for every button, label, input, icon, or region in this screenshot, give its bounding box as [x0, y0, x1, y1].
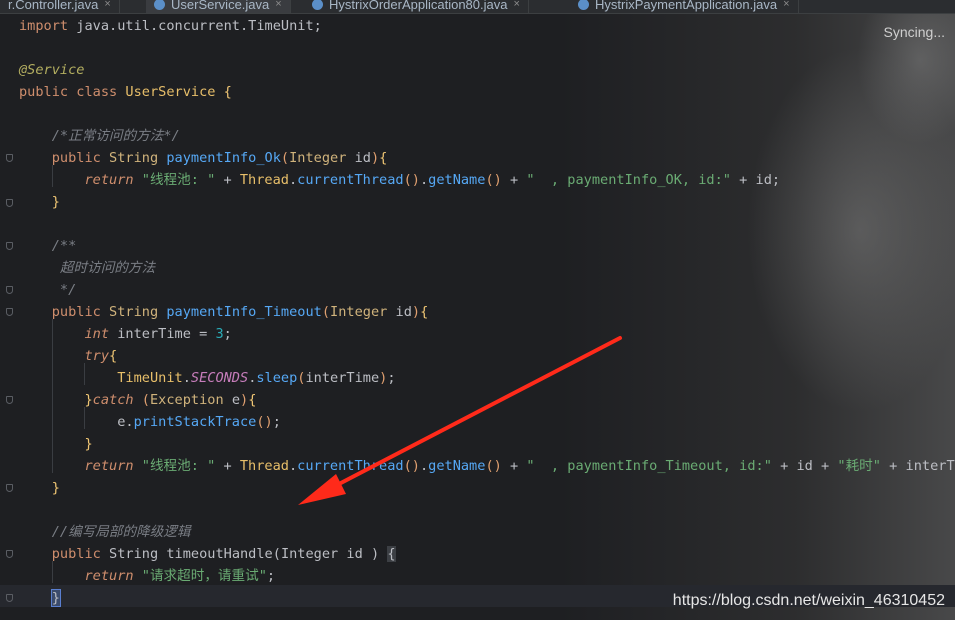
close-icon[interactable]: ×: [275, 0, 281, 10]
code-line: public class UserService {: [19, 84, 232, 100]
code-line: int interTime = 3;: [84, 326, 232, 342]
text-caret: }: [50, 589, 61, 607]
code-line: try{: [84, 348, 118, 364]
tab-controller[interactable]: r.Controller.java ×: [0, 0, 120, 13]
code-line: /*正常访问的方法*/: [51, 128, 180, 144]
tab-userservice[interactable]: UserService.java ×: [146, 0, 291, 13]
code-line: }catch (Exception e){: [84, 392, 257, 408]
code-line: }: [51, 480, 60, 496]
code-line: e.printStackTrace();: [117, 414, 281, 430]
fold-icon[interactable]: [6, 550, 13, 558]
code-line: public String paymentInfo_Ok(Integer id)…: [51, 150, 388, 166]
code-line: }: [19, 587, 61, 609]
fold-icon[interactable]: [6, 396, 13, 404]
fold-icon[interactable]: [6, 242, 13, 250]
tab-label: HystrixPaymentApplication.java: [595, 0, 778, 12]
code-line: public String paymentInfo_Timeout(Intege…: [51, 304, 429, 320]
tab-label: r.Controller.java: [8, 0, 99, 12]
fold-icon[interactable]: [6, 199, 13, 207]
code-line: return "线程池: " + Thread.currentThread().…: [84, 172, 781, 188]
code-line: /**: [51, 238, 77, 254]
fold-icon[interactable]: [6, 308, 13, 316]
java-class-icon: [154, 0, 165, 10]
code-line: }: [51, 194, 60, 210]
code-line: @Service: [19, 62, 85, 78]
fold-icon[interactable]: [6, 484, 13, 492]
tab-hystrix-order[interactable]: HystrixOrderApplication80.java ×: [304, 0, 529, 13]
watermark-url: https://blog.csdn.net/weixin_46310452: [672, 592, 945, 609]
fold-icon[interactable]: [6, 286, 13, 294]
tab-hystrix-payment[interactable]: HystrixPaymentApplication.java ×: [570, 0, 799, 13]
editor-tab-bar: r.Controller.java × UserService.java × H…: [0, 0, 955, 14]
code-line: return "线程池: " + Thread.currentThread().…: [84, 458, 955, 474]
code-line: }: [84, 436, 93, 452]
tab-label: HystrixOrderApplication80.java: [329, 0, 508, 12]
fold-icon[interactable]: [6, 594, 13, 602]
code-line: */: [59, 282, 77, 298]
code-line: //编写局部的降级逻辑: [51, 524, 191, 540]
background-artwork: [560, 0, 955, 620]
close-icon[interactable]: ×: [783, 0, 789, 10]
code-line: public String timeoutHandle(Integer id )…: [51, 546, 396, 562]
code-line: import java.util.concurrent.TimeUnit;: [19, 18, 322, 34]
fold-icon[interactable]: [6, 154, 13, 162]
java-class-icon: [578, 0, 589, 10]
editor-gutter: [0, 14, 17, 620]
tab-label: UserService.java: [171, 0, 270, 12]
code-line: TimeUnit.SECONDS.sleep(interTime);: [117, 370, 396, 386]
close-icon[interactable]: ×: [104, 0, 110, 10]
code-line: return "请求超时，请重试";: [84, 568, 276, 584]
code-line: 超时访问的方法: [59, 260, 156, 276]
java-class-icon: [312, 0, 323, 10]
close-icon[interactable]: ×: [513, 0, 519, 10]
syncing-status: Syncing...: [883, 24, 945, 40]
